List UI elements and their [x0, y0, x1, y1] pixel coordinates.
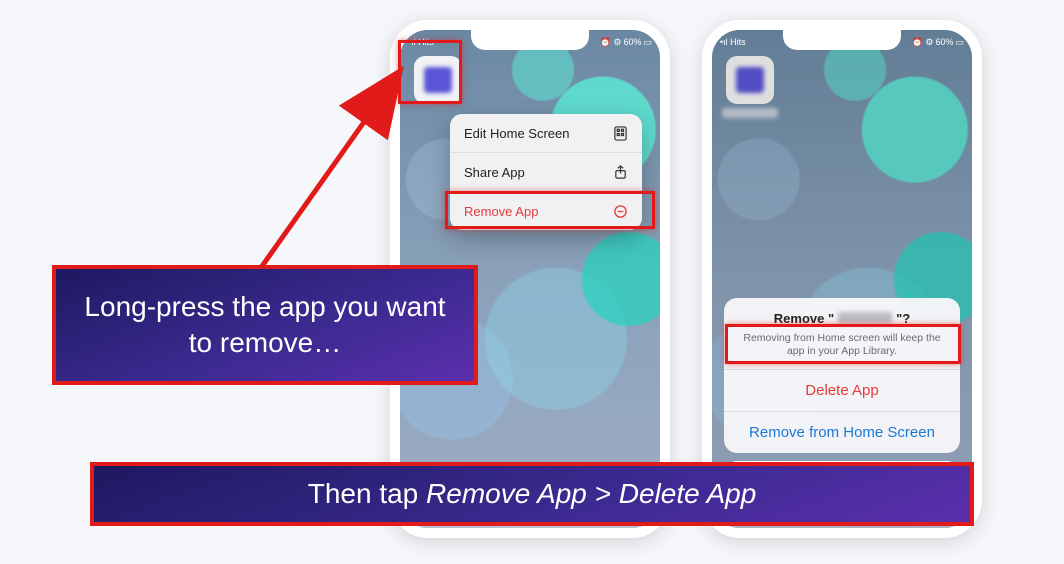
- phone-notch: [783, 28, 901, 50]
- context-menu: Edit Home Screen Share App Remove App: [450, 114, 642, 230]
- status-carrier: •ıl Hits: [720, 37, 746, 47]
- battery-icon: ▭: [643, 37, 652, 48]
- title-suffix: "?: [896, 311, 910, 326]
- action-sheet-box: Remove " "? Removing from Home screen wi…: [724, 298, 960, 453]
- status-battery: 60%: [623, 37, 641, 47]
- phone-notch: [471, 28, 589, 50]
- delete-app-button[interactable]: Delete App: [724, 369, 960, 411]
- callout-emphasis: Remove App > Delete App: [426, 478, 756, 509]
- title-prefix: Remove ": [774, 311, 834, 326]
- callout-part: Then tap: [308, 478, 426, 509]
- callout-longpress: Long-press the app you want to remove…: [52, 265, 478, 385]
- status-carrier: •ıl Hits: [408, 37, 434, 47]
- status-battery: 60%: [935, 37, 953, 47]
- app-glyph: [424, 67, 452, 93]
- context-share-app[interactable]: Share App: [450, 153, 642, 192]
- callout-text: Long-press the app you want to remove…: [74, 289, 456, 362]
- context-label: Share App: [464, 165, 525, 180]
- callout-then-tap: Then tap Remove App > Delete App: [90, 462, 974, 526]
- action-sheet-header: Remove " "? Removing from Home screen wi…: [724, 298, 960, 369]
- redacted-app-name: [838, 312, 892, 324]
- context-remove-app[interactable]: Remove App: [450, 192, 642, 230]
- tutorial-stage: •ıl Hits ⏰ ⚙ 60% ▭ Edit Home Screen Shar…: [0, 0, 1064, 564]
- action-sheet-title: Remove " "?: [774, 311, 910, 326]
- callout-text: Then tap Remove App > Delete App: [308, 476, 757, 512]
- context-label: Remove App: [464, 204, 538, 219]
- context-edit-home-screen[interactable]: Edit Home Screen: [450, 114, 642, 153]
- context-label: Edit Home Screen: [464, 126, 570, 141]
- action-sheet-subtitle: Removing from Home screen will keep the …: [740, 332, 944, 359]
- app-icon[interactable]: [414, 56, 462, 104]
- apps-grid-icon: [612, 125, 628, 141]
- phone-right: •ıl Hits ⏰ ⚙ 60% ▭ Remove " "? Removing: [702, 20, 982, 538]
- status-icons: ⏰ ⚙: [912, 37, 934, 48]
- battery-icon: ▭: [955, 37, 964, 48]
- share-icon: [612, 164, 628, 180]
- remove-minus-circle-icon: [612, 203, 628, 219]
- remove-from-home-button[interactable]: Remove from Home Screen: [724, 411, 960, 453]
- status-icons: ⏰ ⚙: [600, 37, 622, 48]
